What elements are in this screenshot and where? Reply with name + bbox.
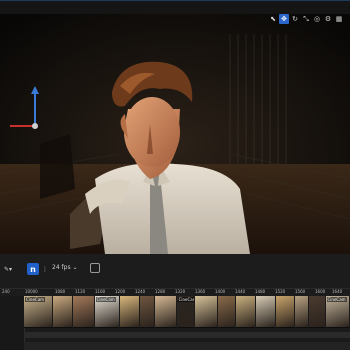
ruler-tick: 1280 [155, 289, 166, 294]
ruler-tick: 1160 [95, 289, 106, 294]
ruler-tick: 10000 [25, 289, 38, 294]
shot-thumbnail-label: CineCam [326, 297, 347, 302]
shot-thumbnail[interactable] [275, 296, 295, 328]
shot-thumbnail-label: CineCam [95, 297, 116, 302]
shot-thumbnail[interactable] [120, 296, 139, 328]
track-lane-2[interactable] [24, 342, 350, 350]
ruler-tick: 1400 [215, 289, 226, 294]
sequencer-logo-label: n [30, 264, 36, 274]
shot-thumbnail[interactable]: CineCam [325, 296, 349, 328]
ruler-tick: 1600 [315, 289, 326, 294]
ruler-tick: 1320 [175, 289, 186, 294]
ruler-tick: 1520 [275, 289, 286, 294]
ruler-tick: 1200 [115, 289, 126, 294]
shot-thumbnail[interactable] [154, 296, 176, 328]
shot-thumbnail[interactable] [194, 296, 218, 328]
shot-thumbnail[interactable] [255, 296, 275, 328]
track-header [0, 296, 25, 350]
shot-thumbnails: CineCam CineCam CineCam CineCam [24, 296, 350, 328]
shot-thumbnail[interactable]: CineCam [176, 296, 194, 328]
ruler-tick: 240 [2, 289, 10, 294]
viewport-toolbar: ⬉ ✥ ↻ ⤡ ◎ ⚙ ▦ [268, 14, 344, 24]
more-options-icon[interactable]: ⋮ [42, 263, 48, 275]
camera-icon[interactable]: ◎ [312, 14, 322, 24]
shot-thumbnail-label: CineCam [177, 297, 194, 302]
brush-icon[interactable]: ✎▾ [4, 263, 12, 275]
ruler-tick: 1120 [75, 289, 86, 294]
ruler-tick: 1480 [255, 289, 266, 294]
shot-thumbnail[interactable] [295, 296, 309, 328]
top-bar [0, 0, 350, 15]
shot-thumbnail[interactable] [309, 296, 325, 328]
top-accent-line [0, 0, 350, 1]
viewport[interactable]: ⬉ ✥ ↻ ⤡ ◎ ⚙ ▦ [0, 14, 350, 254]
curve-editor-icon[interactable] [90, 263, 100, 273]
shot-thumbnail[interactable] [235, 296, 255, 328]
scale-icon[interactable]: ⤡ [301, 14, 311, 24]
sequencer-panel: ✎▾ n ⋮ 24 fps ⌄ 240 10000 1080 1120 1160… [0, 254, 350, 350]
rotate-icon[interactable]: ↻ [290, 14, 300, 24]
viewport-scene [0, 14, 350, 254]
track-lane[interactable] [24, 332, 350, 338]
shot-thumbnail[interactable]: CineCam [24, 296, 53, 328]
ruler-tick: 1360 [195, 289, 206, 294]
ruler-tick: 1240 [135, 289, 146, 294]
fps-dropdown[interactable]: 24 fps ⌄ [52, 264, 78, 271]
shot-thumbnail[interactable] [139, 296, 154, 328]
fps-label: 24 fps [52, 264, 71, 271]
shot-thumbnail[interactable]: CineCam [94, 296, 120, 328]
settings-icon[interactable]: ⚙ [323, 14, 333, 24]
ruler-tick: 1560 [295, 289, 306, 294]
shot-thumbnail[interactable] [72, 296, 94, 328]
move-icon[interactable]: ✥ [279, 14, 289, 24]
shot-thumbnail[interactable] [53, 296, 72, 328]
shot-thumbnail-label: CineCam [25, 297, 46, 302]
ruler-tick: 1080 [55, 289, 66, 294]
sequencer-toolbar: ✎▾ n ⋮ 24 fps ⌄ [0, 260, 350, 278]
sequencer-logo-button[interactable]: n [27, 263, 39, 275]
grid-icon[interactable]: ▦ [334, 14, 344, 24]
ruler-tick: 1440 [235, 289, 246, 294]
shot-track: CineCam CineCam CineCam CineCam [0, 296, 350, 350]
shot-thumbnail[interactable] [218, 296, 235, 328]
select-icon[interactable]: ⬉ [268, 14, 278, 24]
ruler-tick: 1640 [332, 289, 343, 294]
